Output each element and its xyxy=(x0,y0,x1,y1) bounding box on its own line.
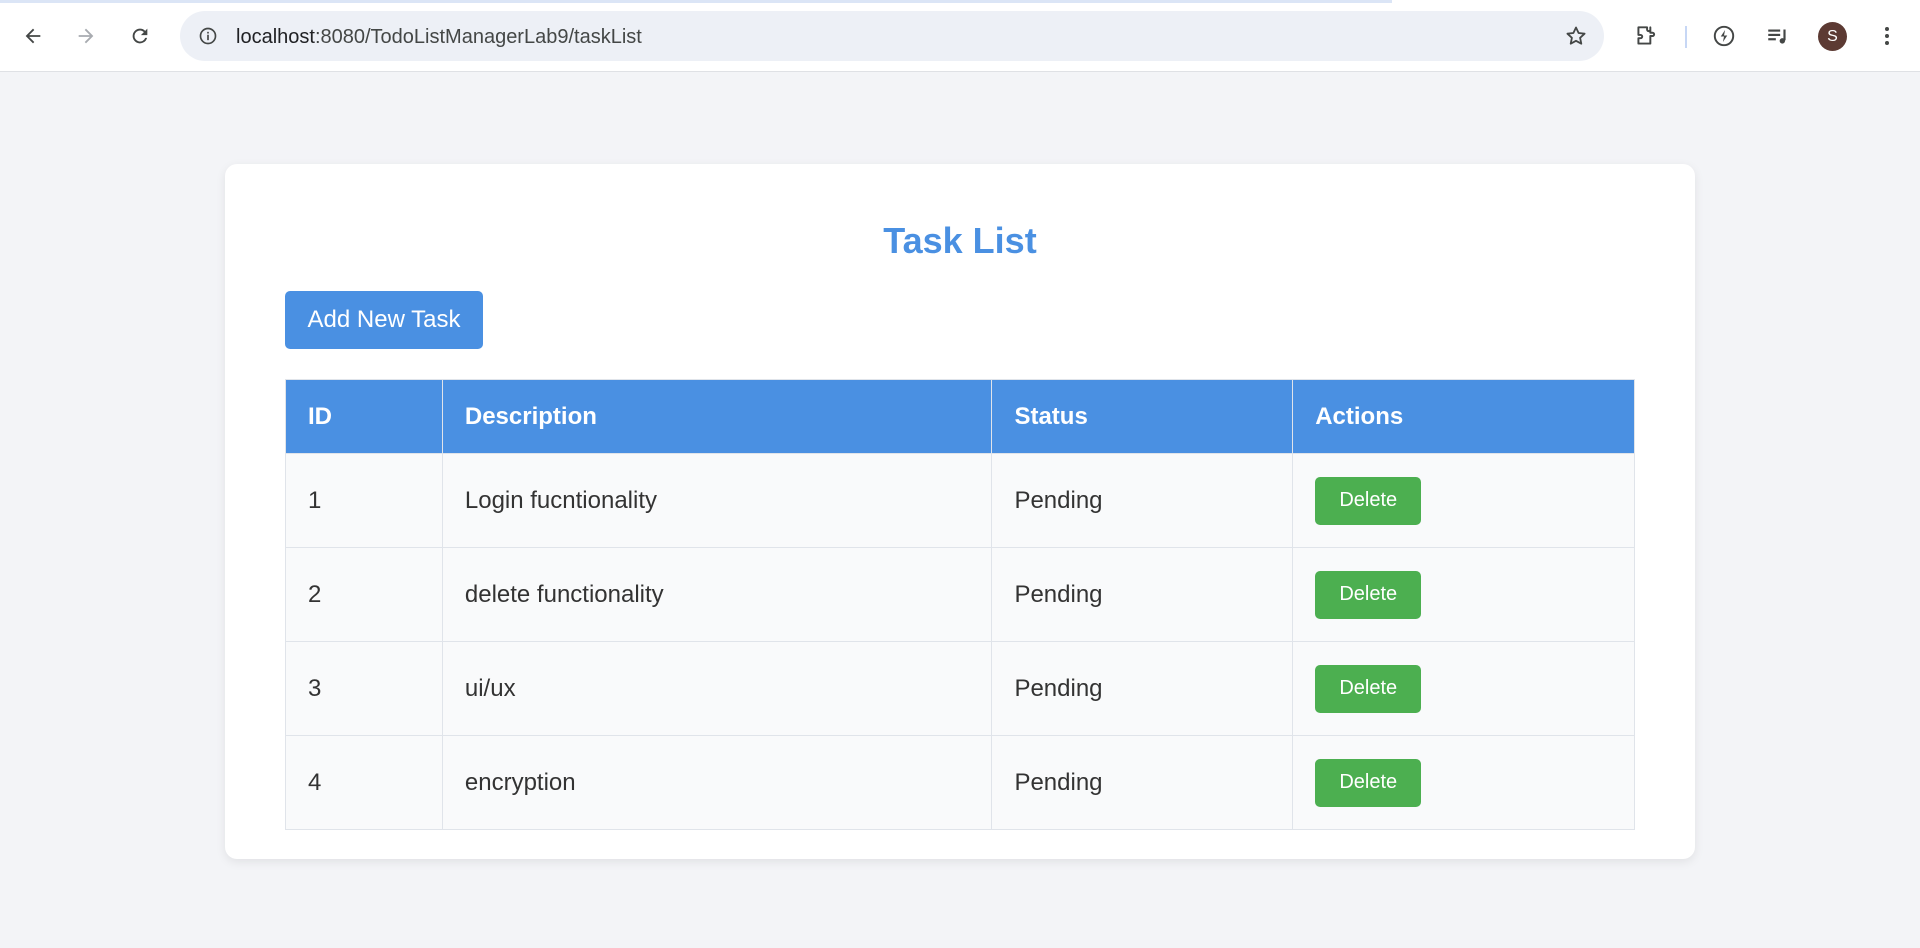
reload-button[interactable] xyxy=(120,16,160,56)
delete-button[interactable]: Delete xyxy=(1315,664,1422,713)
task-table: ID Description Status Actions 1 Login fu… xyxy=(285,379,1635,830)
reload-icon xyxy=(132,28,148,44)
table-row: 2 delete functionality Pending Delete xyxy=(285,547,1635,642)
media-control-icon xyxy=(1768,29,1786,44)
column-header-description: Description xyxy=(441,379,993,454)
table-row: 4 encryption Pending Delete xyxy=(285,735,1635,830)
table-header-row: ID Description Status Actions xyxy=(285,379,1635,454)
performance-button[interactable] xyxy=(1704,16,1744,56)
task-id-cell: 4 xyxy=(285,735,443,830)
task-description-cell: ui/ux xyxy=(441,641,993,736)
page-title: Task List xyxy=(883,220,1037,261)
task-actions-cell: Delete xyxy=(1292,735,1635,830)
task-status-cell: Pending xyxy=(991,641,1294,736)
more-menu-button[interactable] xyxy=(1867,16,1907,56)
task-id-cell: 2 xyxy=(285,547,443,642)
url-path: :8080/TodoListManagerLab9/taskList xyxy=(314,26,642,48)
url-host: localhost xyxy=(236,26,315,48)
task-actions-cell: Delete xyxy=(1292,547,1635,642)
more-menu-icon xyxy=(1885,27,1889,45)
column-header-status: Status xyxy=(991,379,1294,454)
delete-button[interactable]: Delete xyxy=(1315,570,1422,619)
url-text[interactable]: localhost:8080/TodoListManagerLab9/taskL… xyxy=(236,26,642,48)
task-description-cell: encryption xyxy=(441,735,993,830)
browser-toolbar: localhost:8080/TodoListManagerLab9/taskL… xyxy=(0,0,1920,72)
task-actions-cell: Delete xyxy=(1292,641,1635,736)
back-arrow-icon xyxy=(25,28,41,44)
task-id-cell: 1 xyxy=(285,453,443,548)
extensions-icon xyxy=(1637,26,1656,45)
task-status-cell: Pending xyxy=(991,453,1294,548)
toolbar-separator xyxy=(1685,26,1687,48)
forward-arrow-icon xyxy=(78,28,94,44)
page-load-progress xyxy=(0,0,1392,3)
task-actions-cell: Delete xyxy=(1292,453,1635,548)
column-header-id: ID xyxy=(285,379,443,454)
back-button[interactable] xyxy=(13,16,53,56)
table-row: 3 ui/ux Pending Delete xyxy=(285,641,1635,736)
task-status-cell: Pending xyxy=(991,735,1294,830)
task-description-cell: Login fucntionality xyxy=(441,453,993,548)
site-info-icon[interactable] xyxy=(192,20,224,52)
task-status-cell: Pending xyxy=(991,547,1294,642)
task-list-card: Task List Add New Task ID Description St… xyxy=(225,164,1695,859)
add-new-task-button[interactable]: Add New Task xyxy=(285,291,483,349)
delete-button[interactable]: Delete xyxy=(1315,476,1422,525)
task-id-cell: 3 xyxy=(285,641,443,736)
table-row: 1 Login fucntionality Pending Delete xyxy=(285,453,1635,548)
bookmark-star-icon[interactable] xyxy=(1560,20,1592,52)
task-description-cell: delete functionality xyxy=(441,547,993,642)
performance-icon xyxy=(1713,25,1735,47)
column-header-actions: Actions xyxy=(1292,379,1635,454)
delete-button[interactable]: Delete xyxy=(1315,758,1422,807)
extensions-button[interactable] xyxy=(1626,16,1666,56)
media-control-button[interactable] xyxy=(1758,16,1798,56)
address-bar[interactable]: localhost:8080/TodoListManagerLab9/taskL… xyxy=(180,11,1604,61)
forward-button[interactable] xyxy=(66,16,106,56)
profile-avatar[interactable]: S xyxy=(1818,22,1847,51)
